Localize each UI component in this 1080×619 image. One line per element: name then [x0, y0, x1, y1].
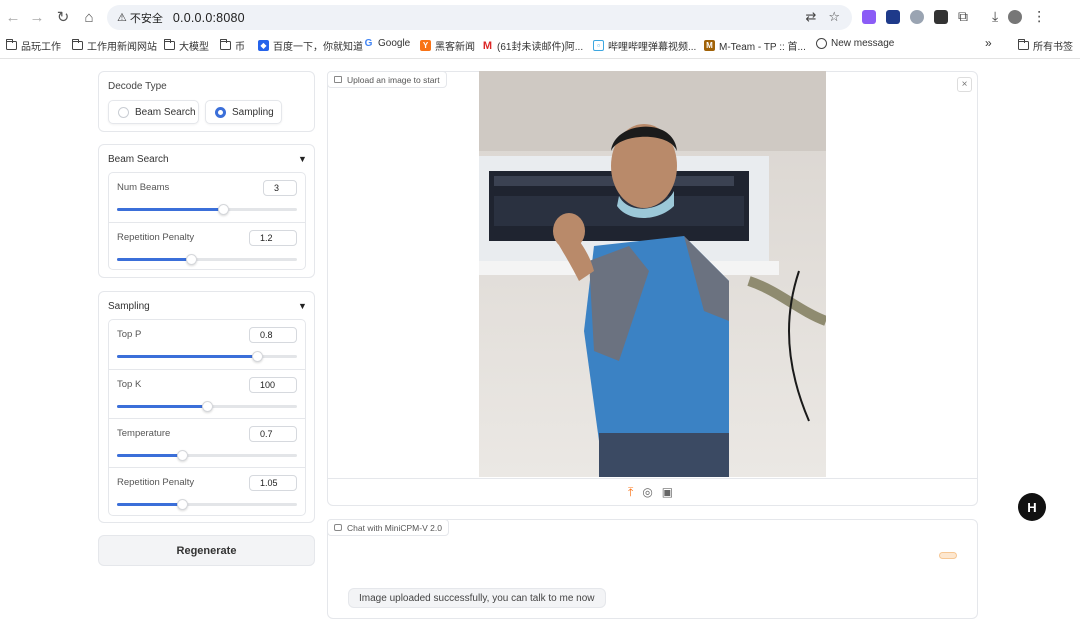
reload-icon[interactable]: ↻ [50, 4, 76, 30]
collapse-caret-icon[interactable]: ▼ [298, 154, 307, 164]
bilibili-icon: ▫ [593, 40, 604, 51]
bookmark-folder[interactable]: 大模型 [164, 38, 209, 53]
webcam-icon[interactable]: ◎ [642, 485, 652, 500]
slider-handle[interactable] [185, 254, 197, 265]
clear-image-button[interactable]: × [957, 77, 972, 92]
decode-type-title: Decode Type [108, 81, 167, 92]
regenerate-button[interactable]: Regenerate [98, 535, 315, 566]
num-beams-slider[interactable] [117, 204, 297, 215]
sampling-accordion: Sampling ▼ Top P 0.8 Top K 100 Temperatu… [98, 291, 315, 523]
repetition-penalty-slider[interactable] [117, 254, 297, 265]
floating-assistant-badge[interactable]: H [1018, 493, 1046, 521]
bookmark-link[interactable]: Y 黑客新闻 [420, 38, 475, 53]
sampling-repetition-penalty-input[interactable]: 1.05 [249, 475, 297, 491]
upload-icon[interactable]: ⤒ [628, 485, 633, 500]
baidu-icon: ◆ [258, 40, 269, 51]
extension-blue-icon[interactable] [886, 9, 900, 24]
browser-toolbar: ← → ↻ ⌂ ⚠ 不安全 0.0.0.0:8080 ⇄ ☆ ⧉ ⤓ ⋮ [0, 0, 1080, 33]
profile-avatar[interactable] [1008, 9, 1023, 24]
bookmark-folder[interactable]: 品玩工作 [6, 38, 61, 53]
slider-handle[interactable] [202, 401, 213, 412]
top-p-slider[interactable] [117, 351, 297, 362]
star-icon[interactable]: ☆ [828, 9, 840, 25]
bookmark-link[interactable]: G Google [363, 38, 411, 49]
bookmark-link[interactable]: New message [816, 38, 894, 49]
back-icon[interactable]: ← [0, 4, 26, 30]
security-label: 不安全 [129, 12, 163, 25]
url-text[interactable]: 0.0.0.0:8080 [173, 11, 245, 25]
collapse-caret-icon[interactable]: ▼ [298, 301, 307, 311]
sampling-title[interactable]: Sampling [108, 301, 150, 312]
extension-dark-icon[interactable] [934, 9, 948, 24]
slider-handle[interactable] [252, 351, 264, 362]
sampling-radio[interactable]: Sampling [205, 100, 282, 124]
param-temperature: Temperature 0.7 [109, 418, 305, 467]
top-k-slider[interactable] [117, 401, 297, 412]
address-bar[interactable]: ⚠ 不安全 0.0.0.0:8080 ⇄ ☆ [107, 5, 852, 30]
folder-icon [164, 39, 175, 50]
bookmark-link[interactable]: ▫ 哔哩哔哩弹幕视频... [593, 38, 696, 53]
temperature-slider[interactable] [117, 450, 297, 461]
toolbar-divider [0, 58, 1080, 59]
repetition-penalty-input[interactable]: 1.2 [249, 230, 297, 246]
folder-icon [6, 39, 17, 50]
download-icon[interactable]: ⤓ [992, 8, 998, 25]
image-panel-divider [328, 478, 977, 479]
param-num-beams: Num Beams 3 [109, 173, 305, 222]
translate-icon[interactable]: ⇄ [805, 9, 816, 25]
param-top-p: Top P 0.8 [109, 320, 305, 369]
uploaded-photo [479, 71, 826, 477]
chat-panel-label: Chat with MiniCPM-V 2.0 [327, 519, 449, 536]
extension-circle-icon[interactable] [910, 9, 924, 24]
more-bookmarks-button[interactable]: » [985, 36, 992, 50]
image-panel-label: Upload an image to start [327, 71, 447, 88]
top-k-input[interactable]: 100 [249, 377, 297, 393]
beam-search-accordion: Beam Search ▼ Num Beams 3 Repetition Pen… [98, 144, 315, 278]
extensions-puzzle-icon[interactable]: ⧉ [958, 8, 968, 25]
slider-handle[interactable] [176, 450, 188, 461]
menu-kebab-icon[interactable]: ⋮ [1032, 8, 1046, 25]
bot-message: Image uploaded successfully, you can tal… [348, 588, 606, 608]
param-repetition-penalty: Repetition Penalty 1.2 [109, 222, 305, 271]
gmail-icon: M [482, 39, 493, 52]
slider-handle[interactable] [218, 204, 230, 215]
bookmark-link[interactable]: M (61封未读邮件)阿... [482, 38, 583, 54]
chat-icon [334, 524, 342, 531]
user-message-bubble [939, 552, 957, 559]
all-bookmarks-folder[interactable]: 所有书签 [1018, 38, 1073, 53]
folder-icon [72, 39, 83, 50]
sampling-params: Top P 0.8 Top K 100 Temperature 0.7 Repe… [108, 319, 306, 516]
globe-icon [816, 38, 827, 49]
param-sampling-repetition-penalty: Repetition Penalty 1.05 [109, 467, 305, 516]
temperature-input[interactable]: 0.7 [249, 426, 297, 442]
beam-search-radio[interactable]: Beam Search [108, 100, 199, 124]
bookmark-link[interactable]: ◆ 百度一下，你就知道 [258, 38, 363, 53]
hackernews-icon: Y [420, 40, 431, 51]
extension-purple-icon[interactable] [862, 9, 876, 24]
bookmark-folder[interactable]: 工作用新闻网站 [72, 38, 157, 53]
bookmark-link[interactable]: M M-Team - TP :: 首... [704, 38, 806, 53]
beam-search-params: Num Beams 3 Repetition Penalty 1.2 [108, 172, 306, 270]
forward-icon[interactable]: → [24, 4, 50, 30]
param-top-k: Top K 100 [109, 369, 305, 418]
sampling-repetition-penalty-slider[interactable] [117, 499, 297, 510]
num-beams-input[interactable]: 3 [263, 180, 297, 196]
mteam-icon: M [704, 40, 715, 51]
clipboard-icon[interactable]: ▣ [662, 485, 673, 500]
beam-search-title[interactable]: Beam Search [108, 154, 169, 165]
folder-icon [1018, 39, 1029, 50]
radio-dot [118, 106, 129, 118]
decode-type-panel: Decode Type Beam Search Sampling [98, 71, 315, 132]
bookmarks-bar: 品玩工作 工作用新闻网站 大模型 币 ◆ 百度一下，你就知道 G Google Y黑… [0, 33, 1080, 55]
image-icon [334, 76, 342, 83]
warning-icon: ⚠ [117, 12, 127, 24]
folder-icon [220, 39, 231, 50]
top-p-input[interactable]: 0.8 [249, 327, 297, 343]
slider-handle[interactable] [176, 499, 188, 510]
image-source-toolbar: ⤒ ◎ ▣ [628, 485, 673, 500]
home-icon[interactable]: ⌂ [76, 4, 102, 30]
bookmark-folder[interactable]: 币 [220, 38, 245, 53]
google-icon: G [364, 38, 373, 49]
radio-dot-selected [215, 106, 226, 118]
